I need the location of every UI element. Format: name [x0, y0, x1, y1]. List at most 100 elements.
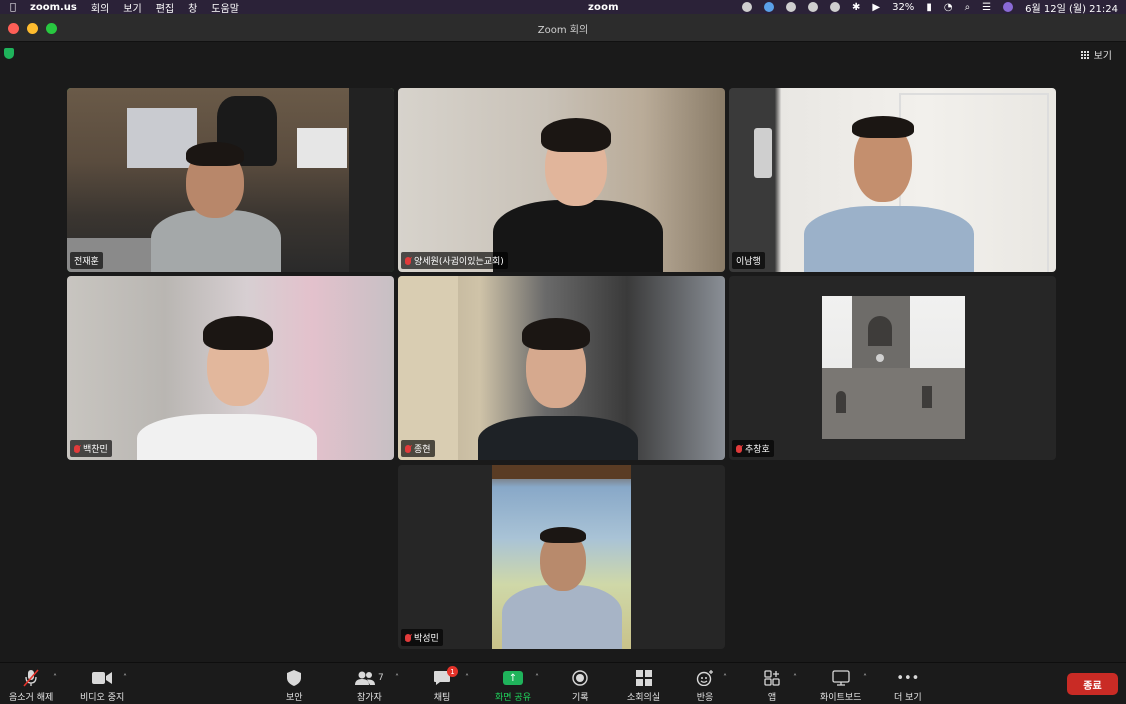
- participant-name: 종현: [414, 445, 431, 455]
- battery-icon[interactable]: ▮: [926, 2, 932, 13]
- menu-edit[interactable]: 편집: [156, 0, 174, 15]
- window-title: Zoom 회의: [537, 25, 589, 36]
- more-button-label: 더 보기: [894, 693, 922, 703]
- unmute-button-label: 음소거 해제: [9, 693, 54, 703]
- menu-app-name[interactable]: zoom.us: [30, 2, 77, 13]
- more-button[interactable]: ••• 더 보기: [894, 669, 922, 704]
- share-screen-button[interactable]: ↑ 화면 공유: [495, 669, 531, 703]
- participant-profile-picture: [822, 296, 965, 439]
- video-tile-participant-1[interactable]: 전재훈: [67, 88, 394, 272]
- record-button[interactable]: 기록: [572, 669, 589, 703]
- video-tile-participant-4[interactable]: 백찬민: [67, 276, 394, 460]
- share-screen-button-label: 화면 공유: [495, 693, 531, 703]
- audio-options-chevron-icon[interactable]: ˄: [53, 673, 57, 682]
- participant-video: [398, 276, 725, 460]
- participants-button-label: 참가자: [356, 693, 382, 703]
- spotlight-search-icon[interactable]: ⌕: [965, 2, 971, 13]
- apps-button[interactable]: 앱: [764, 669, 780, 703]
- status-app-icon[interactable]: [741, 2, 752, 12]
- chat-options-chevron-icon[interactable]: ˄: [465, 673, 469, 682]
- participant-name: 이남행: [736, 257, 761, 267]
- share-options-chevron-icon[interactable]: ˄: [535, 673, 539, 682]
- view-button-label: 보기: [1093, 51, 1112, 62]
- participant-name: 백찬민: [83, 445, 108, 455]
- whiteboard-icon: [832, 669, 850, 687]
- video-camera-icon: [92, 669, 113, 687]
- video-tile-participant-5[interactable]: 종현: [398, 276, 725, 460]
- participants-button[interactable]: 7 참가자: [355, 669, 384, 703]
- window-titlebar: Zoom 회의: [0, 14, 1126, 42]
- clock-datetime[interactable]: 6월 12일 (월) 21:24: [1025, 0, 1118, 15]
- muted-mic-icon: [405, 444, 411, 453]
- reactions-options-chevron-icon[interactable]: ˄: [723, 673, 727, 682]
- play-icon[interactable]: ▶: [872, 2, 880, 13]
- participants-icon: [355, 671, 375, 685]
- video-options-chevron-icon[interactable]: ˄: [123, 673, 127, 682]
- record-button-label: 기록: [572, 693, 589, 703]
- security-button-label: 보안: [286, 693, 303, 703]
- chat-button-label: 채팅: [433, 693, 451, 703]
- bluetooth-icon[interactable]: ✱: [852, 2, 860, 13]
- status-app-icon-2[interactable]: [763, 2, 774, 12]
- share-screen-arrow-icon: ↑: [502, 671, 523, 685]
- status-app-icon-4[interactable]: [807, 2, 818, 12]
- participant-video: [67, 88, 394, 272]
- participant-video: [398, 88, 725, 272]
- breakout-rooms-button[interactable]: 소회의실: [627, 669, 660, 703]
- more-dots-icon: •••: [896, 670, 920, 686]
- wifi-icon[interactable]: ◔: [944, 2, 953, 13]
- participants-icon-wrap: 7: [355, 669, 384, 687]
- view-button[interactable]: 보기: [1080, 47, 1112, 62]
- participant-name: 전재훈: [74, 257, 99, 267]
- muted-mic-icon: [405, 256, 411, 265]
- participant-name: 양세원(사귐이있는교회): [414, 257, 504, 267]
- participant-name-tag: 추창호: [732, 440, 774, 457]
- muted-mic-icon: [74, 444, 80, 453]
- video-tile-participant-3[interactable]: 이남행: [729, 88, 1056, 272]
- participant-video: [729, 88, 1056, 272]
- apps-options-chevron-icon[interactable]: ˄: [793, 673, 797, 682]
- apple-icon[interactable]: : [10, 2, 16, 13]
- macos-menubar:  zoom.us 회의 보기 편집 창 도움말 zoom ✱ ▶ 32% ▮ …: [0, 0, 1126, 15]
- control-center-icon[interactable]: ☰: [982, 2, 991, 13]
- whiteboard-options-chevron-icon[interactable]: ˄: [863, 673, 867, 682]
- cloud-icon[interactable]: [829, 2, 840, 12]
- chat-unread-badge: 1: [447, 666, 458, 677]
- status-app-icon-3[interactable]: [785, 2, 796, 12]
- muted-microphone-icon: [23, 669, 39, 687]
- zoom-status-label[interactable]: zoom: [588, 0, 619, 14]
- participant-video: [67, 276, 394, 460]
- security-button[interactable]: 보안: [286, 669, 303, 703]
- participants-options-chevron-icon[interactable]: ˄: [395, 673, 399, 682]
- whiteboard-button-label: 화이트보드: [820, 693, 862, 703]
- menu-meeting[interactable]: 회의: [91, 0, 109, 15]
- video-tile-participant-7[interactable]: 박성민: [398, 465, 725, 649]
- encryption-shield-icon[interactable]: [4, 48, 14, 59]
- meeting-controls-toolbar: 음소거 해제 ˄ 비디오 중지 ˄ 보안 7 참가자 ˄ 1 채팅 ˄ ↑ 화면: [0, 662, 1126, 704]
- breakout-rooms-button-label: 소회의실: [627, 693, 661, 703]
- breakout-rooms-icon: [635, 669, 652, 687]
- share-icon-wrap: ↑: [502, 669, 523, 687]
- participant-name-tag: 종현: [401, 440, 435, 457]
- menu-help[interactable]: 도움말: [211, 0, 239, 15]
- video-tile-participant-2[interactable]: 양세원(사귐이있는교회): [398, 88, 725, 272]
- battery-percent[interactable]: 32%: [892, 2, 914, 13]
- unmute-button[interactable]: 음소거 해제: [9, 669, 53, 703]
- whiteboard-button[interactable]: 화이트보드: [820, 669, 861, 703]
- reactions-button-label: 반응: [696, 693, 714, 703]
- menu-window[interactable]: 창: [188, 0, 197, 15]
- menu-view[interactable]: 보기: [123, 0, 141, 15]
- chat-button[interactable]: 1 채팅: [433, 666, 458, 703]
- stop-video-button[interactable]: 비디오 중지: [80, 669, 124, 703]
- smiley-plus-icon: [696, 669, 714, 687]
- grid-view-icon: [1080, 50, 1089, 59]
- participant-name-tag: 전재훈: [70, 252, 103, 269]
- siri-icon[interactable]: [1003, 2, 1014, 12]
- participant-name: 박성민: [414, 634, 439, 644]
- end-meeting-button[interactable]: 종료: [1067, 673, 1118, 695]
- reactions-button[interactable]: 반응: [696, 669, 714, 703]
- apps-button-label: 앱: [767, 693, 777, 703]
- video-tile-participant-6[interactable]: 추창호: [729, 276, 1056, 460]
- apps-icon: [764, 669, 780, 687]
- chat-icon-wrap: 1: [433, 666, 458, 687]
